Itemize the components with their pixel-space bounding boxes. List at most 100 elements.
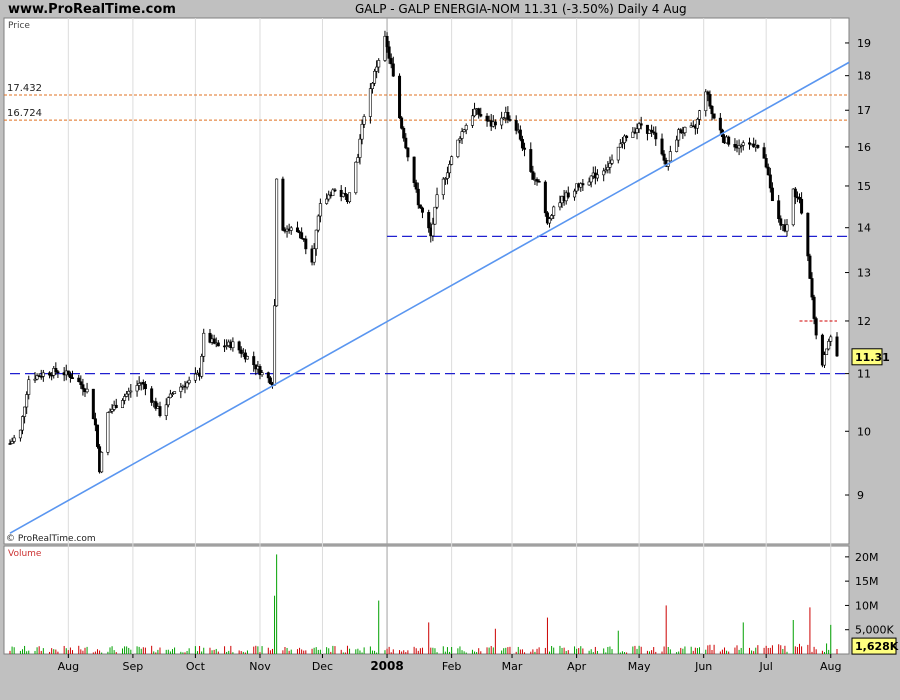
candle-body bbox=[304, 238, 308, 250]
volume-panel bbox=[3, 545, 850, 655]
y-tick-label: 11 bbox=[857, 368, 871, 381]
price-panel-label: Price bbox=[8, 21, 30, 31]
candle-body bbox=[708, 94, 712, 107]
candle-body bbox=[762, 147, 766, 159]
y-tick-label: 19 bbox=[857, 37, 871, 50]
candle-body bbox=[362, 116, 366, 125]
candle-body bbox=[508, 119, 512, 121]
x-tick-label: Mar bbox=[502, 660, 523, 673]
candle-body bbox=[506, 111, 510, 120]
candle-body bbox=[470, 115, 474, 126]
candle-body bbox=[318, 203, 322, 217]
candle-body bbox=[202, 332, 206, 357]
candle-body bbox=[812, 296, 816, 319]
candle-body bbox=[123, 396, 127, 401]
candle-body bbox=[416, 188, 420, 206]
x-tick-label: Dec bbox=[312, 660, 333, 673]
candle-body bbox=[616, 146, 620, 161]
candle-body bbox=[618, 143, 622, 148]
candle-body bbox=[698, 110, 702, 120]
candle-body bbox=[668, 151, 672, 162]
candle-body bbox=[558, 202, 562, 208]
y-tick-label: 17 bbox=[857, 104, 871, 117]
candle-body bbox=[662, 153, 666, 161]
candle-body bbox=[77, 377, 81, 382]
candle-body bbox=[158, 406, 162, 416]
candle-body bbox=[135, 385, 139, 392]
site-link[interactable]: www.ProRealTime.com bbox=[8, 2, 176, 17]
candle-body bbox=[333, 189, 337, 192]
candle-body bbox=[485, 115, 489, 122]
x-tick-label: Jul bbox=[759, 660, 773, 673]
candle-body bbox=[54, 368, 58, 373]
y-tick-label: 12 bbox=[857, 315, 871, 328]
candle-body bbox=[712, 113, 716, 119]
candle-body bbox=[514, 120, 518, 131]
level-label: 17.432 bbox=[7, 83, 42, 94]
volume-tick-label: 20M bbox=[855, 551, 879, 564]
candle-body bbox=[625, 135, 629, 139]
candle-body bbox=[552, 206, 556, 216]
candle-body bbox=[179, 386, 183, 392]
volume-tick-label: 15M bbox=[855, 575, 879, 588]
candle-body bbox=[825, 348, 829, 355]
candle-body bbox=[479, 114, 483, 117]
candle-body bbox=[389, 58, 393, 65]
candle-body bbox=[370, 82, 374, 89]
last-price-label: 11.31 bbox=[855, 351, 890, 364]
candle-body bbox=[312, 248, 316, 263]
candle-body bbox=[377, 60, 381, 68]
candle-body bbox=[91, 388, 95, 420]
candle-body bbox=[216, 342, 220, 347]
candle-body bbox=[808, 255, 812, 279]
candle-body bbox=[770, 187, 774, 202]
candle-body bbox=[433, 206, 437, 225]
candle-body bbox=[275, 178, 279, 307]
candle-body bbox=[166, 397, 170, 406]
candle-body bbox=[706, 91, 710, 95]
last-volume-label: 1,628K bbox=[855, 640, 899, 653]
candle-body bbox=[420, 207, 424, 213]
candle-body bbox=[266, 372, 270, 379]
candle-body bbox=[473, 108, 477, 117]
candle-body bbox=[173, 391, 177, 394]
candle-body bbox=[95, 424, 99, 447]
y-tick-label: 9 bbox=[857, 489, 864, 502]
candle-body bbox=[348, 192, 352, 202]
candle-body bbox=[27, 379, 31, 395]
candle-body bbox=[777, 200, 781, 220]
candle-body bbox=[710, 105, 714, 115]
candle-body bbox=[237, 341, 241, 351]
candle-body bbox=[827, 341, 831, 350]
candle-body bbox=[595, 174, 599, 179]
candle-body bbox=[143, 383, 147, 390]
chart-canvas: 17.432 16.724 9 10 11 12 13 14 15 16 17 18 19 Aug Sep… bbox=[3, 17, 899, 673]
candle-body bbox=[823, 354, 827, 366]
candle-body bbox=[193, 373, 197, 381]
candle-body bbox=[368, 88, 372, 117]
candle-body bbox=[406, 147, 410, 158]
candle-body bbox=[660, 138, 664, 155]
candle-body bbox=[289, 227, 293, 231]
candle-body bbox=[106, 412, 110, 453]
candle-body bbox=[531, 171, 535, 180]
candle-body bbox=[727, 136, 731, 145]
candle-body bbox=[373, 70, 377, 84]
candle-body bbox=[125, 393, 129, 397]
candle-body bbox=[537, 180, 541, 183]
candle-body bbox=[66, 370, 70, 375]
candle-body bbox=[756, 144, 760, 148]
candle-body bbox=[56, 371, 60, 374]
candle-body bbox=[375, 66, 379, 72]
candle-body bbox=[268, 377, 272, 385]
candle-body bbox=[81, 384, 85, 390]
chart-header: www.ProRealTime.com GALP - GALP ENERGIA-… bbox=[0, 0, 900, 20]
candle-body bbox=[435, 194, 439, 208]
candle-body bbox=[766, 166, 770, 176]
candle-body bbox=[129, 390, 133, 393]
candle-body bbox=[793, 188, 797, 198]
y-tick-label: 10 bbox=[857, 425, 871, 438]
candle-body bbox=[581, 183, 585, 186]
candle-body bbox=[654, 132, 658, 140]
x-tick-label: Nov bbox=[249, 660, 271, 673]
